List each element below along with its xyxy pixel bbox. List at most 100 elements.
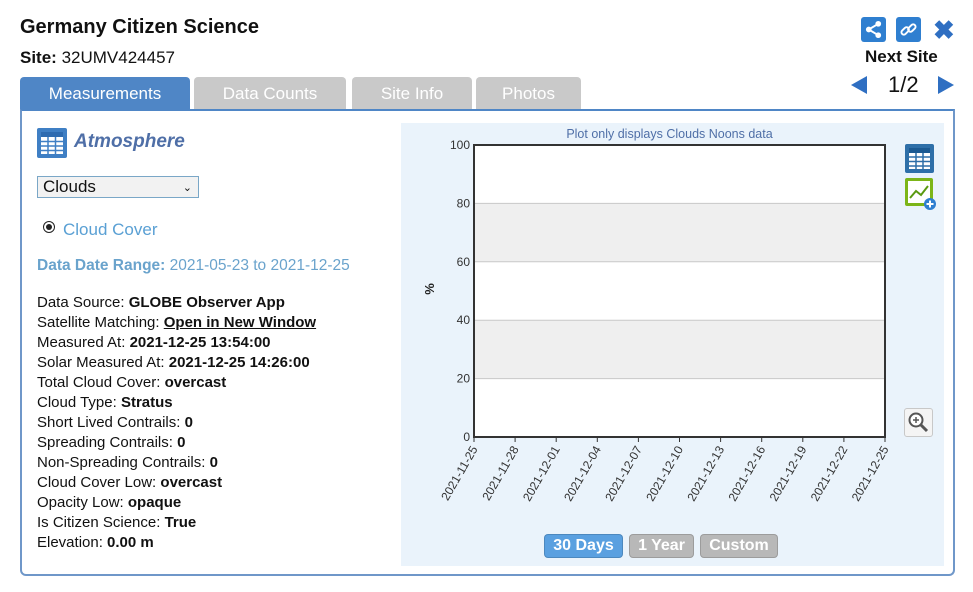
prev-site-arrow-icon[interactable]: [851, 76, 867, 94]
grid-band: [474, 320, 885, 379]
detail-label: Elevation:: [37, 534, 108, 551]
x-tick-label: 2021-12-16: [725, 443, 768, 503]
add-chart-icon: [905, 178, 936, 210]
detail-label: Non-Spreading Contrails:: [37, 454, 210, 471]
range-value: 2021-05-23 to 2021-12-25: [169, 257, 350, 274]
chevron-down-icon: ⌄: [182, 181, 192, 194]
detail-value: 2021-12-25 14:26:00: [168, 354, 310, 371]
detail-row: Total Cloud Cover: overcast: [37, 373, 316, 393]
close-button[interactable]: ✖: [933, 17, 955, 43]
detail-row: Opacity Low: opaque: [37, 493, 316, 513]
detail-row: Spreading Contrails: 0: [37, 433, 316, 453]
detail-row: Solar Measured At: 2021-12-25 14:26:00: [37, 353, 316, 373]
detail-label: Short Lived Contrails:: [37, 414, 185, 431]
detail-label: Measured At:: [37, 334, 130, 351]
range-custom-button[interactable]: Custom: [700, 534, 778, 558]
protocol-select[interactable]: Clouds ⌄: [37, 176, 199, 198]
protocol-select-value: Clouds: [43, 177, 96, 196]
chart-svg: Plot only displays Clouds Noons data 0 20 4…: [422, 127, 892, 504]
table-icon: [909, 148, 930, 169]
detail-value: GLOBE Observer App: [128, 294, 285, 311]
detail-label: Is Citizen Science:: [37, 514, 165, 531]
x-tick-label: 2021-11-25: [438, 443, 481, 503]
x-tick-label: 2021-12-19: [767, 443, 810, 503]
close-icon: ✖: [933, 15, 955, 45]
y-tick-label: 40: [457, 313, 471, 327]
detail-value: True: [164, 514, 197, 531]
detail-value: overcast: [164, 374, 227, 391]
detail-label: Data Source:: [37, 294, 129, 311]
detail-label: Opacity Low:: [37, 494, 128, 511]
detail-row: Data Source: GLOBE Observer App: [37, 293, 316, 313]
zoom-button[interactable]: [904, 408, 933, 437]
detail-value: 0.00 m: [107, 534, 154, 551]
y-tick-label: 0: [463, 430, 470, 444]
grid-band: [474, 203, 885, 262]
detail-label: Solar Measured At:: [37, 354, 169, 371]
zoom-icon: [908, 412, 929, 433]
permalink-button[interactable]: [896, 17, 921, 42]
detail-row: Elevation: 0.00 m: [37, 533, 316, 553]
y-tick-label: 100: [450, 138, 470, 152]
section-title: Atmosphere: [74, 131, 185, 152]
detail-row: Measured At: 2021-12-25 13:54:00: [37, 333, 316, 353]
detail-row: Is Citizen Science: True: [37, 513, 316, 533]
detail-value: opaque: [127, 494, 182, 511]
detail-row: Satellite Matching: Open in New Window: [37, 313, 316, 333]
y-tick-label: 60: [457, 255, 471, 269]
share-button[interactable]: [861, 17, 886, 42]
detail-row: Non-Spreading Contrails: 0: [37, 453, 316, 473]
chart-area: Plot only displays Clouds Noons data 0 20 4…: [401, 123, 944, 566]
tab-measurements[interactable]: Measurements: [20, 77, 190, 110]
detail-row: Short Lived Contrails: 0: [37, 413, 316, 433]
x-tick-label: 2021-12-04: [561, 443, 604, 503]
detail-value: 0: [184, 414, 193, 431]
detail-label: Cloud Type:: [37, 394, 121, 411]
next-site-arrow-icon[interactable]: [938, 76, 954, 94]
tab-photos[interactable]: Photos: [476, 77, 581, 110]
data-table-button[interactable]: [905, 144, 934, 173]
cloud-cover-radio[interactable]: [43, 221, 55, 233]
detail-value: 0: [177, 434, 186, 451]
site-title: Germany Citizen Science: [20, 16, 259, 38]
range-30-days-button[interactable]: 30 Days: [544, 534, 623, 558]
next-site-label: Next Site: [865, 47, 938, 66]
y-tick-label: 80: [457, 196, 471, 210]
cloud-cover-label[interactable]: Cloud Cover: [63, 220, 158, 240]
range-1-year-button[interactable]: 1 Year: [629, 534, 694, 558]
satellite-matching-link[interactable]: Open in New Window: [164, 314, 316, 331]
site-label: Site:: [20, 48, 57, 67]
detail-row: Cloud Type: Stratus: [37, 393, 316, 413]
site-pager: 1/2: [888, 72, 919, 97]
site-id: Site: 32UMV424457: [20, 48, 175, 68]
table-icon: [37, 128, 67, 158]
tab-site-info[interactable]: Site Info: [352, 77, 472, 110]
detail-value: 2021-12-25 13:54:00: [129, 334, 271, 351]
detail-value: Stratus: [120, 394, 173, 411]
detail-label: Cloud Cover Low:: [37, 474, 161, 491]
detail-value: 0: [209, 454, 218, 471]
link-icon: [900, 23, 917, 36]
x-tick-label: 2021-12-10: [643, 443, 686, 503]
x-tick-label: 2021-12-22: [808, 443, 851, 503]
y-axis-label: %: [422, 283, 437, 295]
add-chart-button[interactable]: [905, 178, 936, 210]
x-tick-label: 2021-12-07: [602, 443, 645, 503]
x-tick-label: 2021-12-01: [520, 443, 563, 503]
x-tick-label: 2021-12-25: [849, 443, 892, 503]
chart-title: Plot only displays Clouds Noons data: [566, 127, 772, 141]
detail-label: Spreading Contrails:: [37, 434, 178, 451]
detail-label: Total Cloud Cover:: [37, 374, 165, 391]
x-tick-label: 2021-11-28: [479, 443, 522, 503]
site-value: 32UMV424457: [61, 48, 175, 67]
measurement-details: Data Source: GLOBE Observer App Satellit…: [37, 293, 316, 553]
detail-label: Satellite Matching:: [37, 314, 164, 331]
detail-row: Cloud Cover Low: overcast: [37, 473, 316, 493]
x-tick-label: 2021-12-13: [684, 443, 727, 503]
tab-data-counts[interactable]: Data Counts: [194, 77, 346, 110]
data-date-range: Data Date Range: 2021-05-23 to 2021-12-2…: [37, 257, 350, 275]
detail-value: overcast: [160, 474, 223, 491]
share-icon: [865, 20, 882, 39]
range-label: Data Date Range:: [37, 257, 166, 274]
plot-background: [474, 145, 885, 437]
